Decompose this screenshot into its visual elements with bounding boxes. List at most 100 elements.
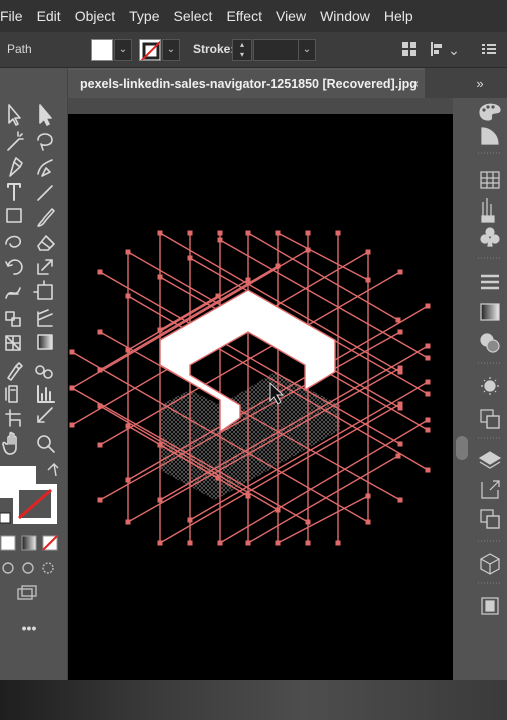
anchor-point-71 — [305, 540, 311, 546]
swatches-icon — [480, 171, 500, 189]
vertical-scrollbar[interactable] — [453, 98, 472, 680]
artwork — [69, 230, 431, 546]
chevron-down-icon[interactable]: ⌄ — [448, 41, 460, 59]
anchor-point-35 — [397, 329, 403, 335]
fill-swatch[interactable] — [91, 39, 113, 61]
stroke-weight-field[interactable] — [253, 39, 299, 61]
close-tab-icon[interactable]: × — [412, 77, 419, 91]
collapse-panels-button[interactable]: » — [453, 68, 507, 98]
anchor-point-37 — [305, 247, 311, 253]
pen-tool-icon — [9, 157, 23, 177]
lasso-icon — [37, 133, 53, 151]
appearance-icon — [484, 380, 496, 392]
anchor-point-25 — [245, 493, 251, 499]
hatched-face-0 — [160, 372, 340, 500]
document-tab-title: pexels-linkedin-sales-navigator-1251850 … — [80, 77, 417, 91]
anchor-point-11 — [397, 497, 403, 503]
chevron-down-icon: ⌄ — [302, 44, 312, 55]
menu-effect[interactable]: Effect — [219, 0, 269, 32]
anchor-point-43 — [425, 303, 431, 309]
color-button-icon — [0, 535, 16, 551]
menu-help[interactable]: Help — [377, 0, 420, 32]
anchor-point-51 — [395, 453, 401, 459]
chevron-down-icon: ⌄ — [166, 44, 176, 55]
document-tab[interactable]: pexels-linkedin-sales-navigator-1251850 … — [68, 68, 425, 98]
shaper-tool-icon — [5, 235, 22, 248]
anchor-point-45 — [425, 343, 431, 349]
anchor-point-40 — [97, 442, 103, 448]
anchor-point-38 — [69, 422, 75, 428]
menu-select[interactable]: Select — [167, 0, 220, 32]
slice-tool-icon — [37, 407, 53, 423]
menu-object[interactable]: Object — [68, 0, 122, 32]
draw-behind-icon — [22, 562, 34, 574]
grid-line-a-11 — [277, 232, 369, 281]
artboard-tool-icon — [5, 409, 21, 427]
stroke-weight-dropdown[interactable]: ⌄ — [298, 39, 316, 61]
stroke-panel-icon — [481, 274, 499, 290]
anchor-point-21 — [395, 317, 401, 323]
export-icon — [481, 480, 500, 499]
anchor-point-77 — [365, 519, 371, 525]
anchor-point-18 — [217, 237, 223, 243]
selection-type-label: Path — [7, 42, 32, 56]
stroke-dropdown[interactable]: ⌄ — [162, 39, 180, 61]
anchor-point-33 — [397, 365, 403, 371]
gradient-button-icon — [21, 535, 37, 551]
anchor-point-64 — [217, 230, 223, 236]
mesh-tool-icon — [5, 335, 21, 351]
svg-text:•••: ••• — [22, 620, 37, 636]
anchor-point-73 — [335, 540, 341, 546]
anchor-point-41 — [397, 269, 403, 275]
stroke-weight-stepper[interactable]: ▴ ▾ — [232, 39, 252, 61]
scrollbar-thumb[interactable] — [456, 436, 468, 460]
anchor-point-15 — [425, 427, 431, 433]
anchor-point-63 — [187, 540, 193, 546]
anchor-point-36 — [69, 385, 75, 391]
anchor-point-66 — [245, 230, 251, 236]
draw-inside-icon — [42, 562, 54, 574]
menu-view[interactable]: View — [269, 0, 313, 32]
anchor-point-24 — [125, 423, 131, 429]
type-tool-icon — [7, 183, 21, 201]
stepper-up-icon: ▴ — [239, 40, 244, 49]
symbol-sprayer-icon — [5, 385, 18, 403]
symbols-icon — [485, 227, 495, 237]
anchor-point-23 — [365, 277, 371, 283]
anchor-point-17 — [425, 391, 431, 397]
gradient-tool-icon — [37, 334, 53, 350]
free-transform-icon — [33, 280, 53, 300]
anchor-point-70 — [305, 230, 311, 236]
menu-lines-icon[interactable] — [480, 41, 498, 59]
anchor-point-76 — [365, 249, 371, 255]
anchor-point-56 — [97, 367, 103, 373]
paintbrush-icon — [37, 208, 55, 227]
anchor-point-14 — [157, 274, 163, 280]
menu-window[interactable]: Window — [313, 0, 377, 32]
menu-file[interactable]: File — [0, 0, 30, 32]
canvas-area[interactable] — [68, 98, 453, 680]
color-guide-icon — [481, 127, 499, 145]
menu-type[interactable]: Type — [122, 0, 166, 32]
rectangle-tool-icon — [6, 208, 22, 223]
scale-tool-icon — [37, 259, 53, 275]
menu-edit[interactable]: Edit — [30, 0, 68, 32]
warp-tool-icon — [5, 287, 21, 299]
magic-wand-icon — [7, 131, 24, 151]
anchor-point-27 — [275, 507, 281, 513]
document-tab-bar: pexels-linkedin-sales-navigator-1251850 … — [68, 68, 453, 98]
shape-builder-icon — [5, 311, 21, 327]
line-tool-icon — [37, 185, 53, 201]
direct-selection-tool-icon — [39, 104, 52, 126]
anchor-point-31 — [397, 401, 403, 407]
anchor-point-47 — [425, 379, 431, 385]
gradient-panel-icon — [480, 303, 500, 321]
anchor-point-28 — [157, 442, 163, 448]
anchor-point-19 — [425, 355, 431, 361]
screen-mode-icon — [17, 588, 33, 600]
fill-dropdown[interactable]: ⌄ — [114, 39, 132, 61]
align-icon[interactable] — [428, 41, 446, 59]
swap-fill-stroke-icon — [47, 463, 59, 477]
arrange-documents-icon[interactable] — [400, 41, 418, 59]
stroke-swatch[interactable] — [139, 39, 161, 61]
